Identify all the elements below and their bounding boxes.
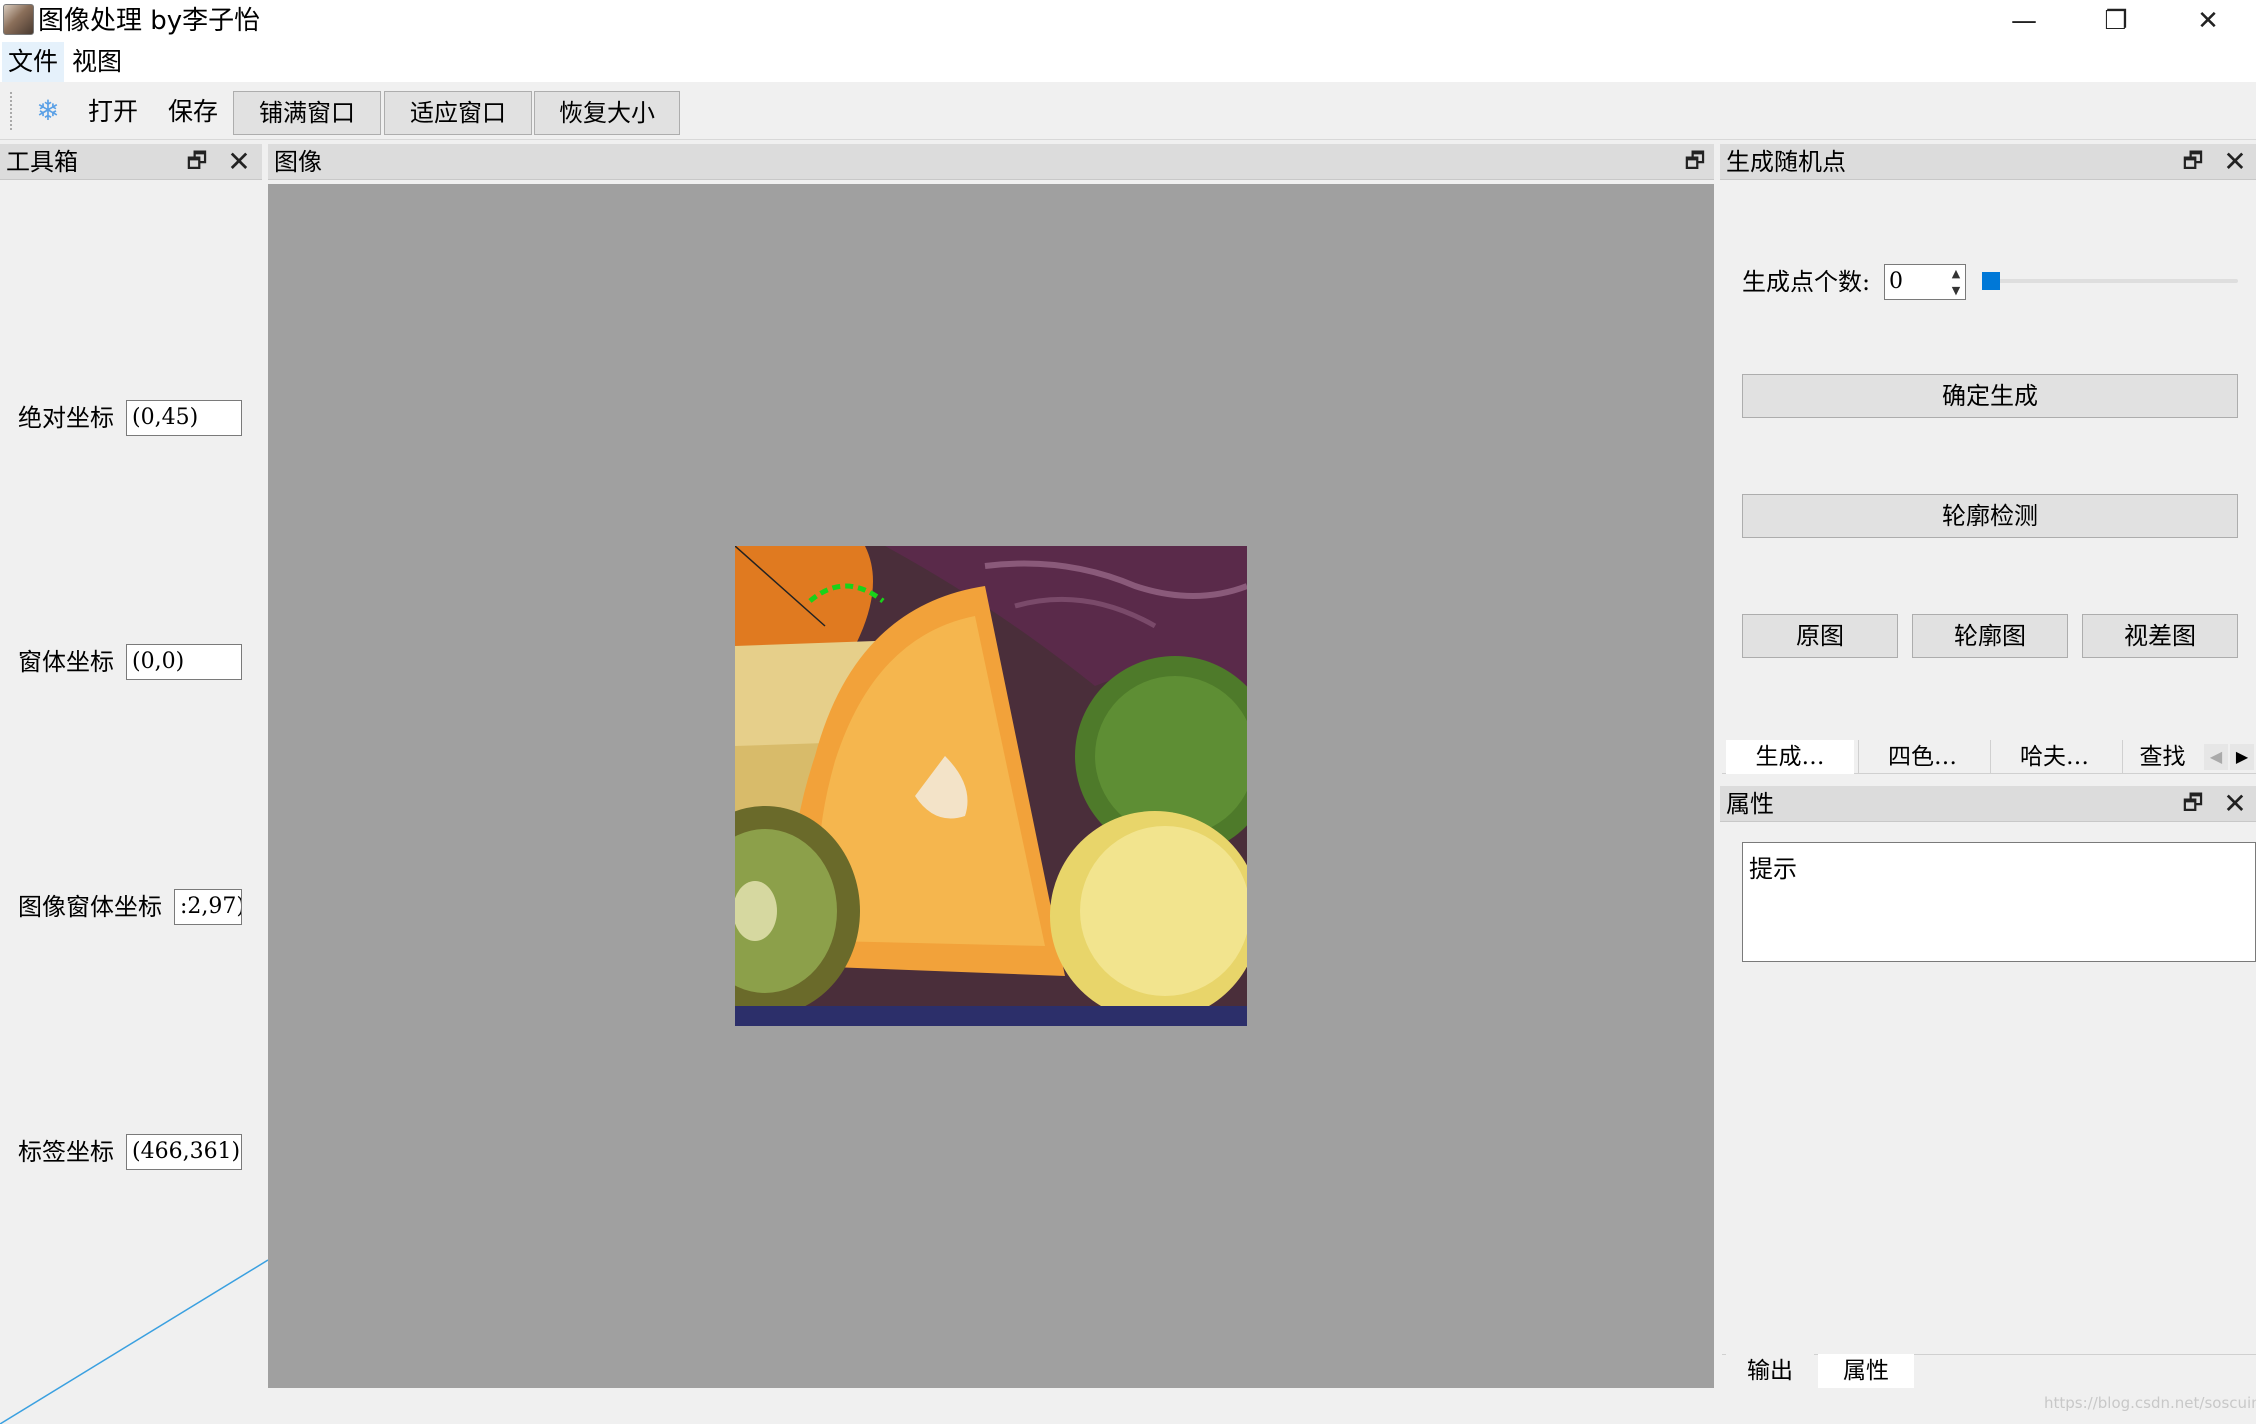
point-count-slider-handle[interactable] <box>1982 272 2000 290</box>
toolbar-grip[interactable] <box>10 92 15 130</box>
app-icon <box>3 4 34 35</box>
watermark: https://blog.csdn.net/soscuim <box>2044 1394 2256 1412</box>
float-icon[interactable]: 🗗 <box>2178 789 2208 819</box>
maximize-button[interactable]: ❐ <box>2070 0 2162 42</box>
image-window-coord-label: 图像窗体坐标 <box>18 893 162 921</box>
image-panel-title[interactable]: 图像 <box>268 144 1714 180</box>
save-button[interactable]: 保存 <box>168 95 218 129</box>
spin-up-icon[interactable]: ▲ <box>1948 266 1964 281</box>
tab-scroll-left-icon[interactable]: ◀ <box>2204 744 2228 770</box>
tab-generate[interactable]: 生成… <box>1726 740 1854 774</box>
random-points-title[interactable]: 生成随机点 <box>1720 144 2256 180</box>
label-coord-label: 标签坐标 <box>18 1138 114 1166</box>
toolbox-title[interactable]: 工具箱 <box>0 144 262 180</box>
fit-window-button[interactable]: 适应窗口 <box>384 91 532 135</box>
menu-file[interactable]: 文件 <box>2 42 65 82</box>
properties-title[interactable]: 属性 <box>1720 786 2256 822</box>
fruit-image[interactable] <box>735 546 1247 1026</box>
close-icon[interactable]: ✕ <box>2220 789 2250 819</box>
restore-size-button[interactable]: 恢复大小 <box>534 91 680 135</box>
tab-find[interactable]: 查找 <box>2122 740 2202 774</box>
contour-detect-button[interactable]: 轮廓检测 <box>1742 494 2238 538</box>
generate-button[interactable]: 确定生成 <box>1742 374 2238 418</box>
title-bar <box>0 0 2256 42</box>
minimize-icon: — <box>2011 6 2037 36</box>
tab-output[interactable]: 输出 <box>1726 1354 1814 1388</box>
window-coord-field[interactable]: (0,0) <box>126 644 242 680</box>
float-icon[interactable]: 🗗 <box>1680 147 1710 177</box>
point-count-slider-track[interactable] <box>1984 279 2238 283</box>
open-button[interactable]: 打开 <box>88 95 138 129</box>
minimize-button[interactable]: — <box>1978 0 2070 42</box>
tab-four-color[interactable]: 四色… <box>1858 740 1986 774</box>
menu-view[interactable]: 视图 <box>66 42 128 82</box>
window-title: 图像处理 by李子怡 <box>38 6 261 36</box>
float-icon[interactable]: 🗗 <box>182 147 212 177</box>
guide-line <box>0 1259 268 1424</box>
window-coord-label: 窗体坐标 <box>18 648 114 676</box>
close-icon[interactable]: ✕ <box>2220 147 2250 177</box>
absolute-coord-label: 绝对坐标 <box>18 404 114 432</box>
float-icon[interactable]: 🗗 <box>2178 147 2208 177</box>
snowflake-icon[interactable]: ❄ <box>32 95 64 127</box>
label-coord-field[interactable]: (466,361) <box>126 1134 242 1170</box>
contour-image-button[interactable]: 轮廓图 <box>1912 614 2068 658</box>
tab-hough[interactable]: 哈夫… <box>1990 740 2118 774</box>
menu-bar <box>0 42 2256 82</box>
toolbox-panel <box>0 144 262 1424</box>
absolute-coord-field[interactable]: (0,45) <box>126 400 242 436</box>
close-icon: ✕ <box>2197 6 2219 36</box>
spin-down-icon[interactable]: ▼ <box>1948 283 1964 298</box>
restore-icon: ❐ <box>2104 6 2128 36</box>
close-icon[interactable]: ✕ <box>224 147 254 177</box>
tab-scroll-right-icon[interactable]: ▶ <box>2230 744 2254 770</box>
disparity-image-button[interactable]: 视差图 <box>2082 614 2238 658</box>
tab-properties[interactable]: 属性 <box>1818 1354 1914 1388</box>
hint-textbox[interactable]: 提示 <box>1742 842 2256 962</box>
point-count-label: 生成点个数: <box>1742 268 1871 296</box>
fill-window-button[interactable]: 铺满窗口 <box>233 91 381 135</box>
close-button[interactable]: ✕ <box>2162 0 2254 42</box>
image-window-coord-field[interactable]: :2,97) <box>174 889 242 925</box>
original-image-button[interactable]: 原图 <box>1742 614 1898 658</box>
fruit-image-drawing <box>735 546 1247 1026</box>
